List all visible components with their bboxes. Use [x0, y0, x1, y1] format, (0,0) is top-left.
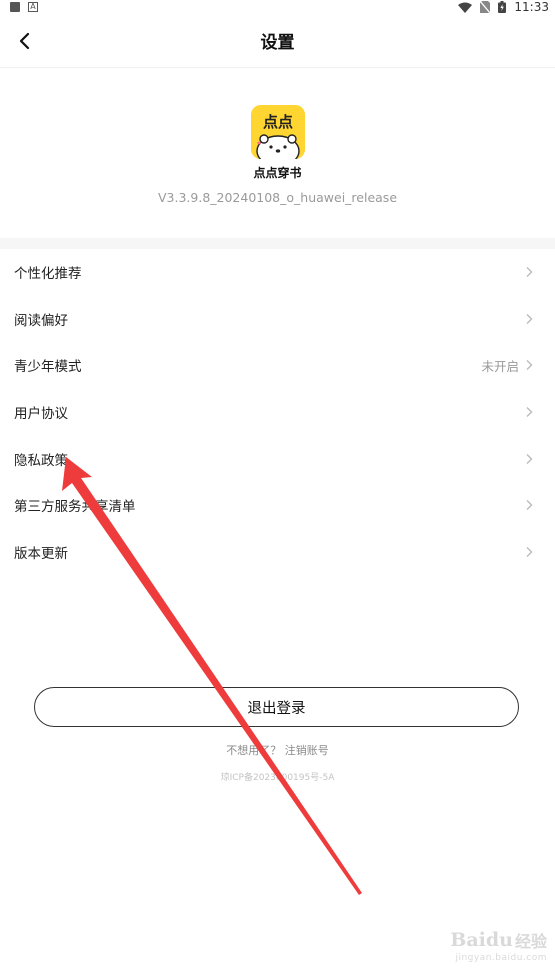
cancel-account-row: 不想用了？ 注销账号	[0, 742, 555, 758]
app-logo-text: 点点	[262, 113, 292, 131]
chevron-right-icon	[525, 265, 535, 279]
menu-item-right	[525, 452, 535, 466]
status-bar: A 11:33	[0, 0, 555, 14]
a-badge-icon: A	[28, 2, 38, 12]
bear-logo-icon: 点点	[250, 105, 305, 159]
menu-item-youth-mode[interactable]: 青少年模式 未开启	[0, 342, 555, 389]
menu-item-user-agreement[interactable]: 用户协议	[0, 389, 555, 436]
menu-item-right	[525, 498, 535, 512]
status-time: 11:33	[514, 0, 549, 14]
menu-item-label: 用户协议	[14, 406, 68, 423]
menu-item-label: 青少年模式	[14, 359, 82, 376]
logout-button[interactable]: 退出登录	[34, 687, 519, 727]
chevron-right-icon	[525, 312, 535, 326]
menu-item-personalized-recommendation[interactable]: 个性化推荐	[0, 249, 555, 296]
battery-icon	[498, 1, 507, 13]
menu-item-version-update[interactable]: 版本更新	[0, 529, 555, 576]
menu-item-label: 第三方服务共享清单	[14, 499, 136, 516]
page-title: 设置	[260, 33, 295, 53]
app-info: 点点 点点穿书 V3.3.9.8_20240108_o_huawei_relea…	[0, 68, 555, 238]
menu-item-right: 未开启	[481, 356, 535, 375]
menu-item-right	[525, 405, 535, 419]
cancel-account-prompt: 不想用了？	[226, 744, 282, 757]
menu-item-right	[525, 312, 535, 326]
back-button[interactable]	[10, 27, 38, 55]
watermark: Baidu 经验 jingyan.baidu.com	[450, 928, 547, 963]
app-version: V3.3.9.8_20240108_o_huawei_release	[157, 190, 398, 205]
header: 设置	[0, 14, 555, 68]
menu-item-label: 版本更新	[14, 545, 68, 562]
notification-icon	[10, 2, 20, 12]
menu-item-right	[525, 265, 535, 279]
no-sim-icon	[480, 1, 491, 13]
chevron-right-icon	[525, 405, 535, 419]
watermark-url: jingyan.baidu.com	[455, 953, 547, 963]
watermark-brand-suffix: 经验	[514, 932, 547, 951]
chevron-right-icon	[525, 545, 535, 559]
settings-menu: 个性化推荐 阅读偏好 青少年模式 未开启 用户协议 隐私政策 第三方服务共享清单	[0, 249, 555, 575]
chevron-right-icon	[525, 358, 535, 372]
youth-mode-status: 未开启	[481, 358, 519, 374]
wifi-icon	[458, 2, 473, 13]
icp-record: 琼ICP备2023000195号-5A	[220, 773, 335, 783]
menu-item-label: 隐私政策	[14, 452, 68, 469]
menu-item-label: 阅读偏好	[14, 312, 68, 329]
cancel-account-link[interactable]: 注销账号	[285, 744, 329, 757]
back-arrow-icon	[19, 32, 30, 50]
menu-item-label: 个性化推荐	[14, 266, 82, 283]
menu-item-third-party-sharing[interactable]: 第三方服务共享清单	[0, 482, 555, 529]
chevron-right-icon	[525, 498, 535, 512]
section-divider	[0, 238, 555, 249]
status-left: A	[10, 2, 38, 12]
watermark-logo: Baidu 经验	[450, 928, 547, 952]
chevron-right-icon	[525, 452, 535, 466]
menu-item-right	[525, 545, 535, 559]
menu-item-privacy-policy[interactable]: 隐私政策	[0, 435, 555, 482]
menu-item-reading-preference[interactable]: 阅读偏好	[0, 296, 555, 343]
watermark-brand: Baidu	[450, 929, 513, 951]
app-name: 点点穿书	[253, 166, 302, 180]
app-logo: 点点	[250, 105, 305, 159]
status-right: 11:33	[458, 0, 549, 14]
